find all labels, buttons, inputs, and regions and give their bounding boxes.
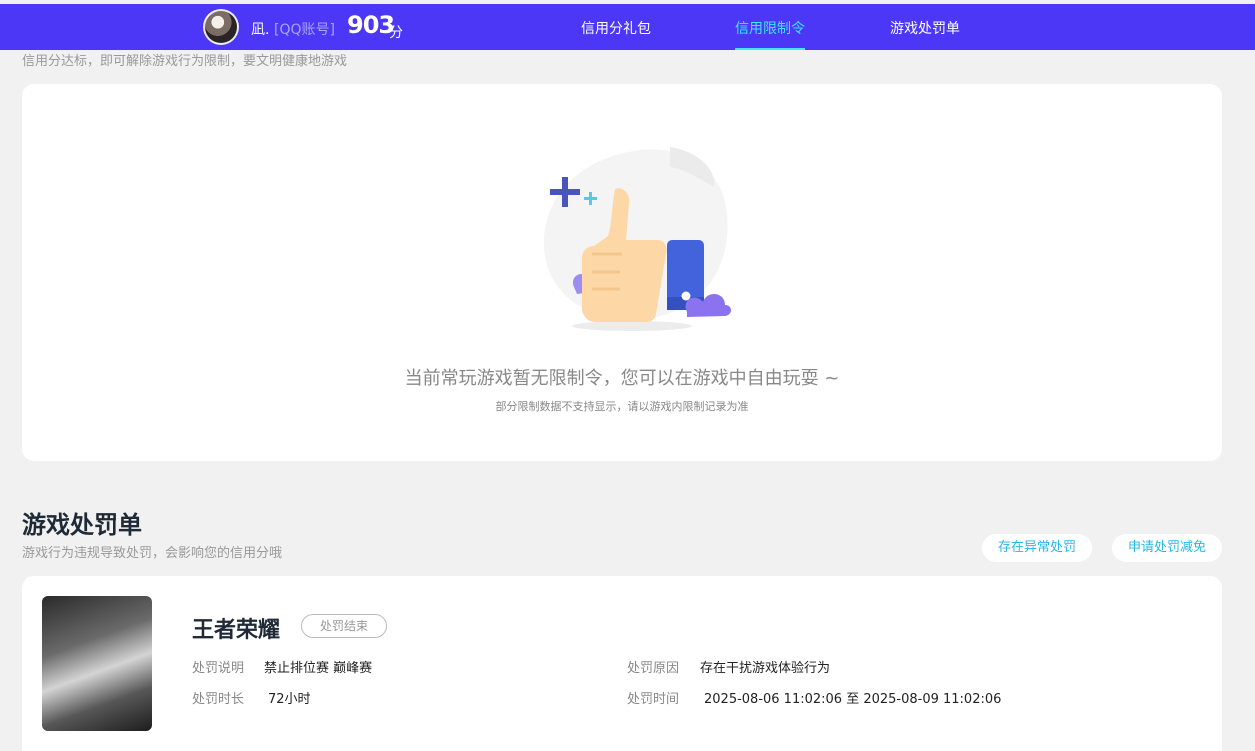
penalty-reason-value: 存在干扰游戏体验行为 xyxy=(700,661,831,676)
tab-credit-gift[interactable]: 信用分礼包 xyxy=(581,18,651,38)
empty-subtitle: 部分限制数据不支持显示，请以游戏内限制记录为准 xyxy=(495,400,749,413)
penalty-time-label: 处罚时间 xyxy=(627,692,680,707)
score-unit: 分 xyxy=(389,25,403,41)
penalty-duration-value: 72小时 xyxy=(268,692,311,707)
penalty-desc-label: 处罚说明 xyxy=(192,661,245,676)
penalty-duration-label: 处罚时长 xyxy=(192,692,245,707)
credit-score: 903 xyxy=(347,11,395,39)
restriction-empty-card: 当前常玩游戏暂无限制令，您可以在游戏中自由玩耍 ~ 部分限制数据不支持显示，请以… xyxy=(22,84,1222,461)
penalty-time-value: 2025-08-06 11:02:06 至 2025-08-09 11:02:0… xyxy=(704,692,1002,707)
penalty-section-title: 游戏处罚单 xyxy=(22,511,142,539)
penalty-reason-label: 处罚原因 xyxy=(627,661,680,676)
penalty-record-card[interactable]: 王者荣耀 处罚结束 处罚说明 禁止排位赛 巅峰赛 处罚时长 72小时 处罚原因 … xyxy=(22,576,1222,751)
penalty-desc-value: 禁止排位赛 巅峰赛 xyxy=(264,661,373,676)
tab-game-penalty[interactable]: 游戏处罚单 xyxy=(890,18,960,38)
penalty-section-subtitle: 游戏行为违规导致处罚，会影响您的信用分哦 xyxy=(22,546,283,561)
restriction-note: 信用分达标，即可解除游戏行为限制，要文明健康地游戏 xyxy=(22,54,348,69)
username: 凪. xyxy=(251,22,270,38)
thumbs-up-icon xyxy=(543,147,731,331)
game-name: 王者荣耀 xyxy=(192,618,281,643)
abnormal-penalty-button[interactable]: 存在异常处罚 xyxy=(982,534,1092,562)
account-type: [QQ账号] xyxy=(274,22,335,38)
empty-title: 当前常玩游戏暂无限制令，您可以在游戏中自由玩耍 ~ xyxy=(404,368,840,389)
tab-credit-restriction[interactable]: 信用限制令 xyxy=(735,18,805,38)
active-tab-indicator xyxy=(735,48,805,50)
game-thumbnail xyxy=(42,596,152,731)
top-nav-bar: 凪. [QQ账号] 903 分 信用分礼包 信用限制令 游戏处罚单 xyxy=(0,4,1255,50)
status-badge: 处罚结束 xyxy=(301,614,387,638)
avatar[interactable] xyxy=(203,9,239,45)
appeal-penalty-button[interactable]: 申请处罚减免 xyxy=(1112,534,1222,562)
